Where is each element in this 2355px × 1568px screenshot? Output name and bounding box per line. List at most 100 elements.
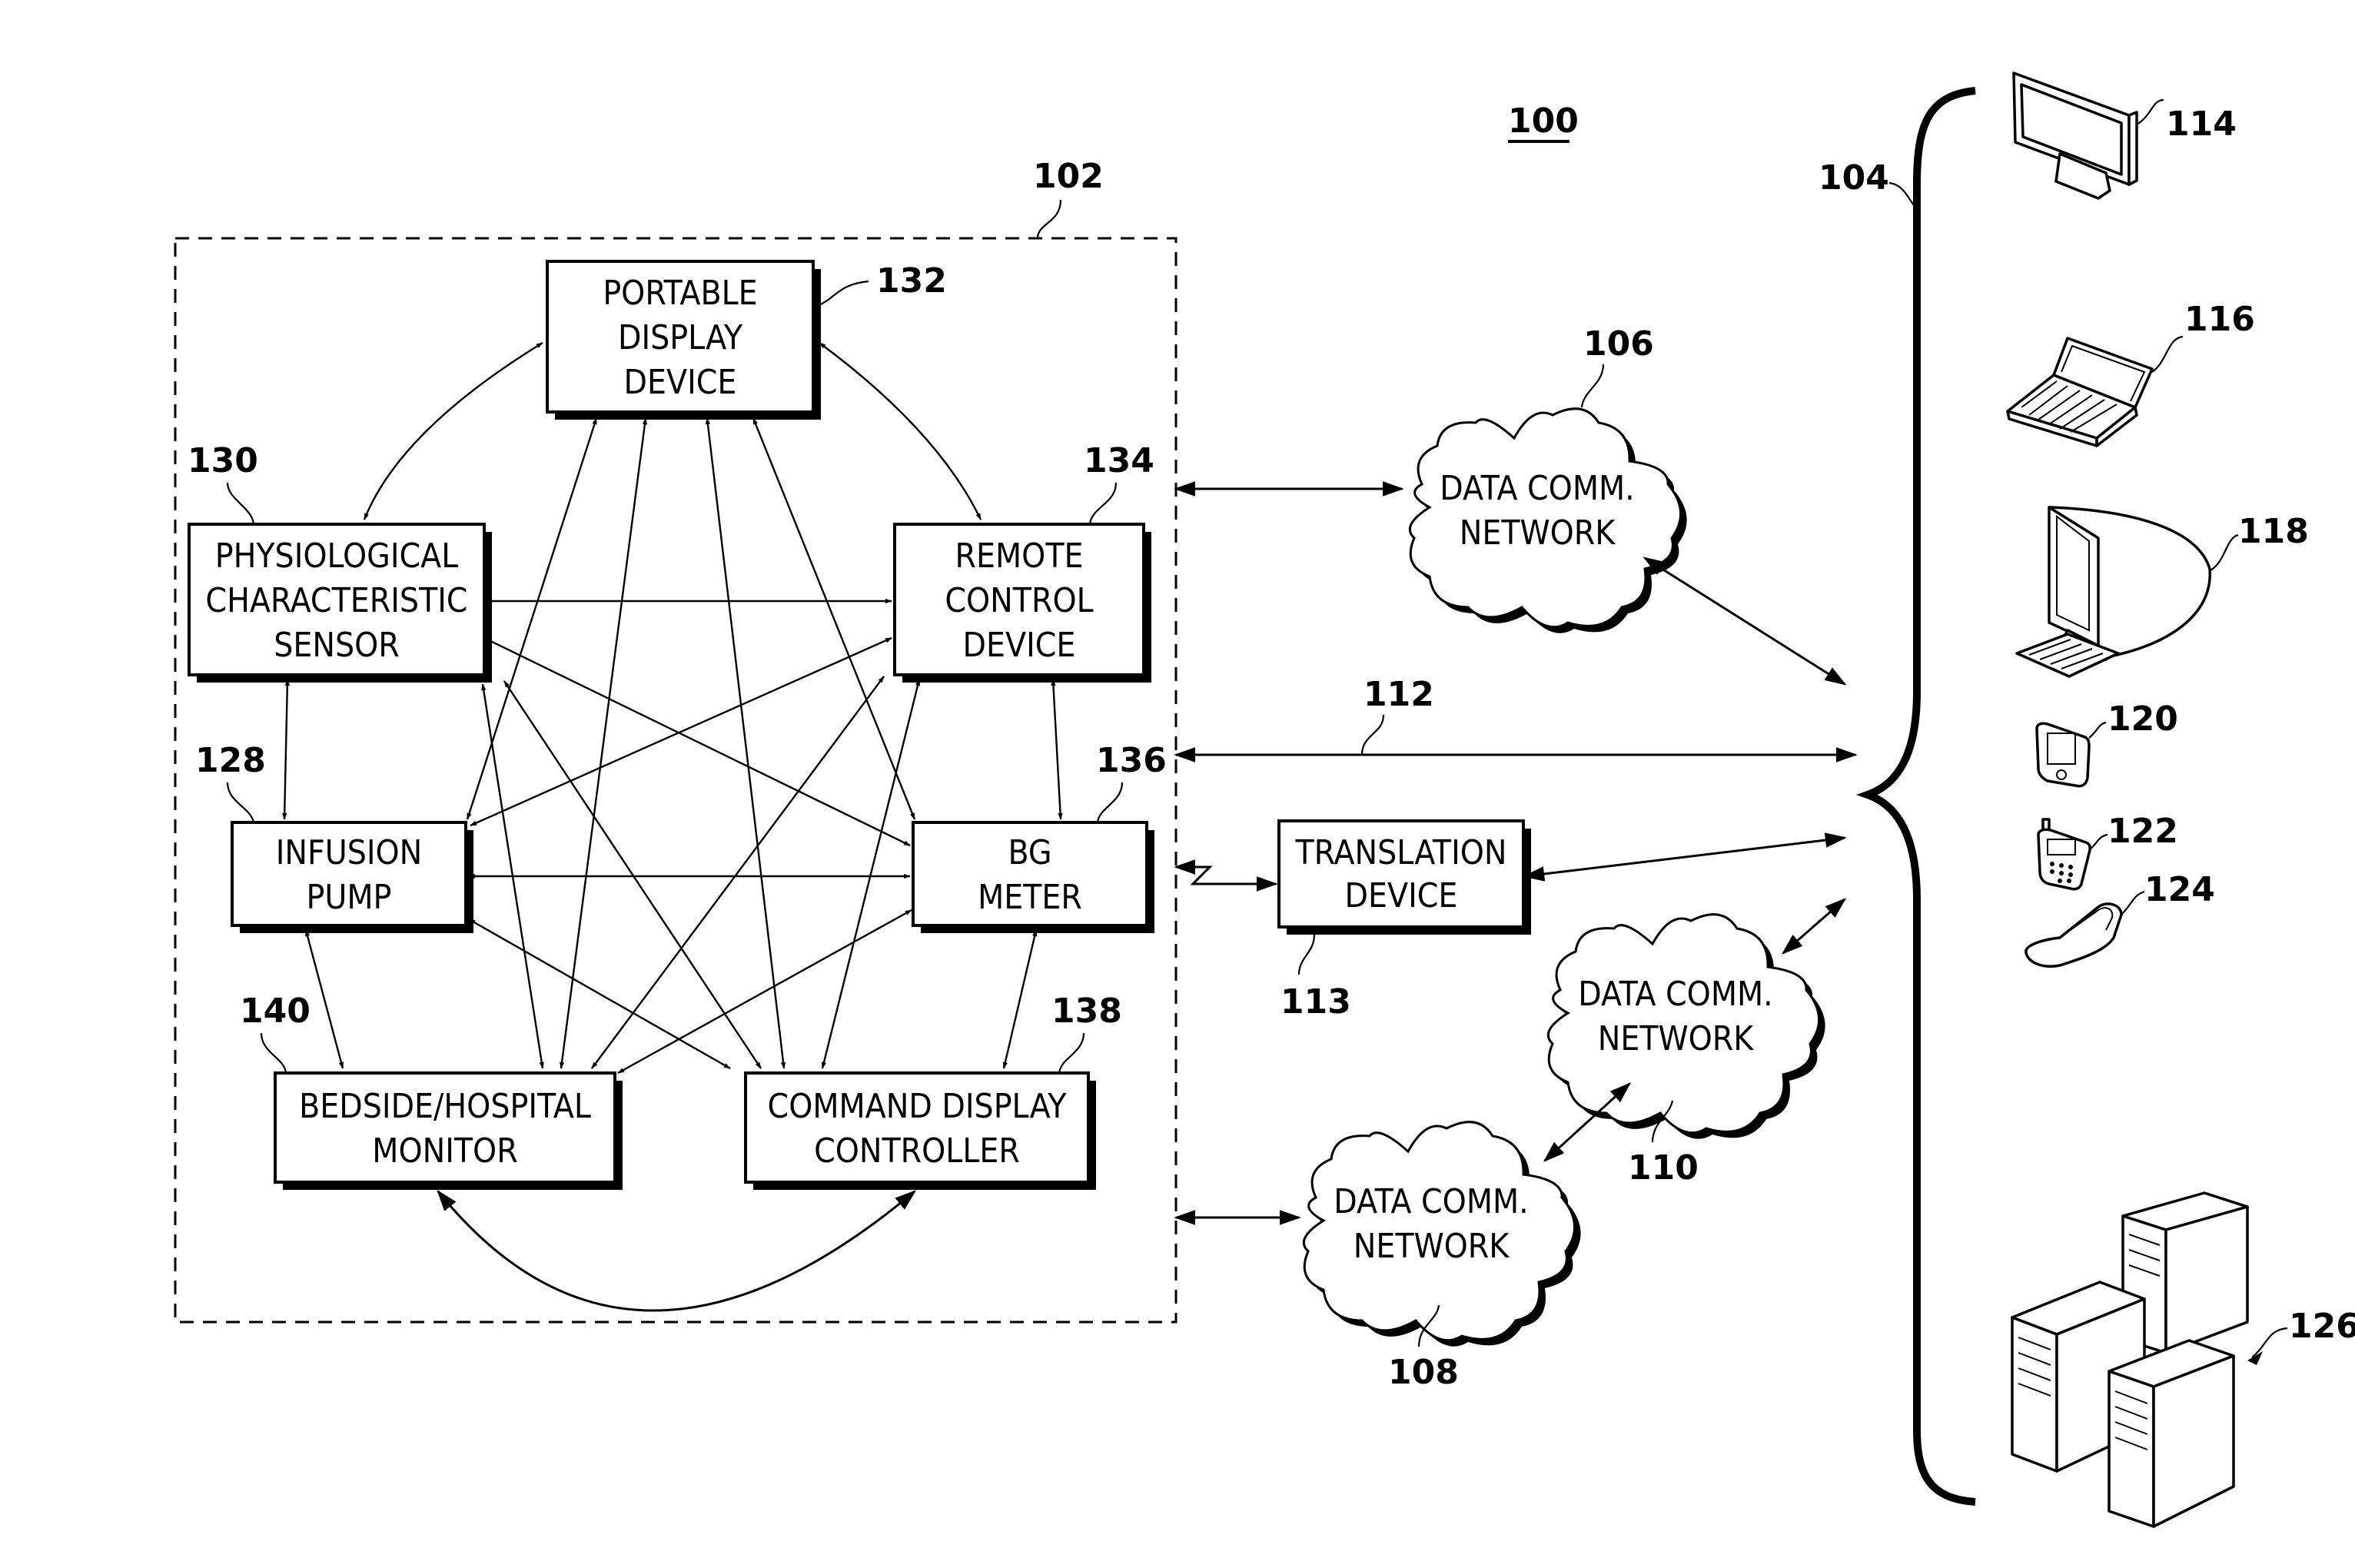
network-cloud-110: DATA COMM. NETWORK 110 bbox=[1546, 913, 1825, 1188]
link-128-140 bbox=[304, 929, 344, 1069]
ref-126: 126 bbox=[2289, 1307, 2355, 1346]
link-136-138 bbox=[1002, 929, 1038, 1069]
device-box-132: PORTABLE DISPLAY DEVICE 132 bbox=[546, 260, 947, 420]
curly-brace bbox=[1855, 87, 1976, 1506]
device-label-line: CONTROLLER bbox=[814, 1131, 1020, 1171]
ref-140: 140 bbox=[240, 992, 311, 1031]
remote-group-brace: 104 bbox=[1819, 87, 1976, 1506]
link-134-136 bbox=[1051, 679, 1063, 820]
ref-102: 102 bbox=[1033, 157, 1104, 196]
system-ref-label: 100 bbox=[1508, 101, 1579, 143]
device-box-134: REMOTE CONTROL DEVICE 134 bbox=[893, 441, 1154, 683]
link-132-130 bbox=[363, 341, 543, 520]
device-label-line: BEDSIDE/HOSPITAL bbox=[299, 1087, 591, 1126]
ref-113: 113 bbox=[1280, 982, 1351, 1022]
ref-134: 134 bbox=[1084, 441, 1154, 480]
link-128-138 bbox=[468, 918, 731, 1070]
system-ref-100: 100 bbox=[1508, 101, 1579, 141]
ref-136: 136 bbox=[1096, 741, 1167, 780]
laptop-icon: 116 bbox=[2006, 300, 2255, 447]
translation-line-2: DEVICE bbox=[1345, 876, 1458, 915]
ref-132: 132 bbox=[876, 261, 947, 301]
ref-112: 112 bbox=[1364, 675, 1434, 714]
device-label-line: PORTABLE bbox=[603, 274, 757, 313]
leader-140 bbox=[260, 1032, 287, 1074]
network-label-line: NETWORK bbox=[1354, 1227, 1510, 1266]
network-cloud-108: DATA COMM. NETWORK 108 bbox=[1302, 1121, 1581, 1392]
ref-104: 104 bbox=[1819, 158, 1889, 198]
desktop-computer-icon: 118 bbox=[2015, 506, 2309, 678]
ref-130: 130 bbox=[188, 441, 258, 480]
ref-128: 128 bbox=[195, 741, 266, 780]
device-label-line: CHARACTERISTIC bbox=[205, 581, 467, 620]
local-devices: PORTABLE DISPLAY DEVICE 132 PHYSIOLOGICAL CHA… bbox=[188, 260, 1167, 1190]
link-136-140 bbox=[617, 909, 912, 1075]
link-134-140 bbox=[591, 676, 885, 1069]
device-label-line: PHYSIOLOGICAL bbox=[215, 537, 459, 576]
device-box-138: COMMAND DISPLAY CONTROLLER 138 bbox=[744, 992, 1122, 1190]
wireless-link-113 bbox=[1174, 859, 1278, 892]
device-box-128: INFUSION PUMP 128 bbox=[195, 741, 473, 933]
device-label-line: CONTROL bbox=[945, 581, 1093, 620]
network-label-line: NETWORK bbox=[1598, 1019, 1755, 1058]
link-134-138 bbox=[821, 679, 921, 1069]
leader-113 bbox=[1297, 934, 1316, 975]
leader-106 bbox=[1580, 364, 1605, 408]
device-box-130: PHYSIOLOGICAL CHARACTERISTIC SENSOR 130 bbox=[188, 441, 492, 683]
leader-104 bbox=[1888, 181, 1918, 210]
link-134-128 bbox=[470, 636, 892, 827]
network-label-line: DATA COMM. bbox=[1334, 1182, 1528, 1221]
server-rack-icon: 126 bbox=[2011, 1191, 2355, 1528]
link-130-136 bbox=[483, 636, 911, 847]
network-label-line: NETWORK bbox=[1460, 513, 1616, 553]
link-130-128 bbox=[282, 679, 290, 820]
link-110-remote bbox=[1781, 898, 1847, 955]
device-label-line: PUMP bbox=[307, 878, 392, 917]
ref-122: 122 bbox=[2108, 812, 2178, 851]
ref-116: 116 bbox=[2184, 300, 2255, 339]
network-label-line: DATA COMM. bbox=[1578, 975, 1772, 1014]
link-130-138 bbox=[503, 680, 762, 1069]
ref-138: 138 bbox=[1051, 992, 1122, 1031]
ref-108: 108 bbox=[1388, 1353, 1459, 1392]
link-113-remote bbox=[1523, 832, 1847, 882]
device-label-line: REMOTE bbox=[955, 537, 1084, 576]
device-label-line: DEVICE bbox=[624, 363, 737, 402]
leader-132 bbox=[812, 280, 869, 309]
leader-138 bbox=[1058, 1032, 1085, 1074]
leader-102 bbox=[1036, 199, 1062, 239]
device-label-line: DISPLAY bbox=[618, 318, 743, 357]
network-label-line: DATA COMM. bbox=[1440, 469, 1634, 508]
leader-130 bbox=[226, 482, 255, 525]
device-label-line: COMMAND DISPLAY bbox=[768, 1087, 1068, 1126]
device-label-line: DEVICE bbox=[963, 626, 1076, 665]
leader-134 bbox=[1088, 482, 1118, 525]
remote-devices: 114 116 118 120 122 124 126 bbox=[2006, 71, 2355, 1528]
leader-112 bbox=[1360, 714, 1385, 756]
device-label-line: MONITOR bbox=[372, 1131, 517, 1171]
ref-114: 114 bbox=[2166, 105, 2237, 144]
network-cloud-106: DATA COMM. NETWORK 106 bbox=[1408, 324, 1687, 633]
device-label-line: METER bbox=[978, 878, 1082, 917]
ref-118: 118 bbox=[2238, 512, 2309, 551]
device-box-140: BEDSIDE/HOSPITAL MONITOR 140 bbox=[240, 992, 623, 1190]
leader-128 bbox=[226, 782, 255, 823]
device-label-line: BG bbox=[1008, 833, 1051, 872]
device-box-136: BG METER 136 bbox=[912, 741, 1167, 933]
ref-120: 120 bbox=[2108, 699, 2178, 739]
link-140-138 bbox=[437, 1189, 917, 1312]
link-132-134 bbox=[819, 342, 982, 520]
flat-panel-monitor-icon: 114 bbox=[2012, 71, 2237, 200]
link-106-remote bbox=[1643, 556, 1847, 686]
link-132-136 bbox=[752, 417, 916, 820]
link-132-138 bbox=[705, 417, 786, 1069]
leader-136 bbox=[1096, 782, 1124, 823]
system-diagram: 100 102 PORTABLE DISPLAY DEVICE 132 PHYSIOLO… bbox=[174, 71, 2355, 1528]
link-132-140 bbox=[559, 417, 648, 1069]
pda-icon: 120 bbox=[2035, 699, 2178, 788]
device-label-line: SENSOR bbox=[274, 626, 400, 665]
ref-110: 110 bbox=[1628, 1148, 1699, 1188]
device-label-line: INFUSION bbox=[276, 833, 423, 872]
translation-line-1: TRANSLATION bbox=[1295, 833, 1507, 872]
ref-124: 124 bbox=[2144, 870, 2215, 909]
